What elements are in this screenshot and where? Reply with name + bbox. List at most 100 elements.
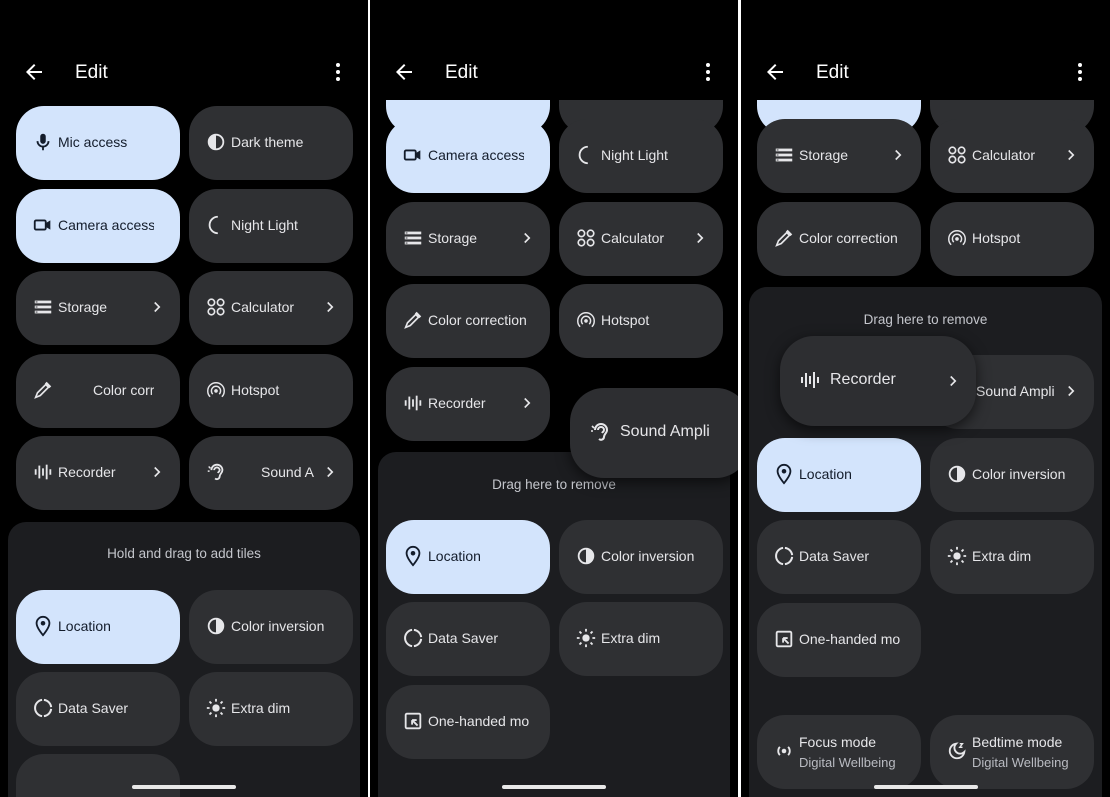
hearing-icon — [588, 420, 612, 444]
gesture-nav-bar[interactable] — [502, 785, 606, 789]
tile-label: Calculator — [972, 147, 1036, 163]
tile-data-saver[interactable]: Data Saver — [386, 602, 550, 676]
tile-label: Color inversion — [231, 618, 325, 634]
tile-camera-access[interactable]: Camera access — [386, 119, 550, 193]
gesture-nav-bar[interactable] — [873, 785, 978, 789]
dragging-tile-sound-amplifier[interactable]: Sound Ampli — [570, 388, 738, 478]
page-title: Edit — [75, 62, 108, 83]
tile-extra-dim[interactable]: Extra dim — [930, 520, 1094, 594]
tile-label: One-handed mo — [428, 713, 530, 729]
more-vert-icon[interactable] — [326, 60, 350, 84]
tile-color-correction[interactable]: Color corr — [16, 354, 180, 428]
tile-data-saver[interactable]: Data Saver — [757, 520, 921, 594]
page-title: Edit — [445, 62, 478, 83]
extra-dim-icon — [205, 697, 227, 719]
tile-one-handed-mode[interactable]: One-handed mo — [757, 603, 921, 677]
tile-dark-theme[interactable]: Dark theme — [189, 106, 353, 180]
tile-hotspot[interactable]: Hotspot — [189, 354, 353, 428]
tile-label: Bedtime mode — [972, 734, 1063, 750]
tile-recorder[interactable]: Recorder — [16, 436, 180, 510]
tile-sound-amplifier[interactable]: Sound A — [189, 436, 353, 510]
dragging-tile-recorder[interactable]: Recorder — [780, 336, 976, 426]
tile-bedtime-mode[interactable]: Bedtime mode Digital Wellbeing — [930, 715, 1094, 789]
remove-tiles-tray: Drag here to remove Location Color inver… — [378, 452, 730, 797]
tile-label: Extra dim — [972, 548, 1032, 564]
camera-icon — [402, 144, 424, 166]
tile-label: Focus mode — [799, 734, 877, 750]
tile-hotspot[interactable]: Hotspot — [930, 202, 1094, 276]
hotspot-icon — [946, 227, 968, 249]
tile-extra-dim[interactable]: Extra dim — [189, 672, 353, 746]
extra-dim-icon — [946, 545, 968, 567]
tile-color-correction[interactable]: Color correction — [386, 284, 550, 358]
chevron-right-icon — [691, 228, 709, 248]
tile-label: One-handed mo — [799, 631, 901, 647]
tile-color-inversion[interactable]: Color inversion — [930, 438, 1094, 512]
more-vert-icon[interactable] — [696, 60, 720, 84]
tile-label: Hotspot — [601, 312, 650, 328]
tile-label: Color inversion — [972, 466, 1066, 482]
back-arrow-icon[interactable] — [22, 60, 46, 84]
calculator-icon — [575, 227, 597, 249]
tile-color-inversion[interactable]: Color inversion — [189, 590, 353, 664]
storage-icon — [773, 144, 795, 166]
tile-sublabel: Digital Wellbeing — [799, 755, 896, 770]
tile-recorder[interactable]: Recorder — [386, 367, 550, 441]
tile-location[interactable]: Location — [757, 438, 921, 512]
eyedropper-icon — [773, 227, 795, 249]
tile-storage[interactable]: Storage — [16, 271, 180, 345]
tile-label: Location — [428, 548, 481, 564]
chevron-right-icon — [518, 228, 536, 248]
tile-extra-dim[interactable]: Extra dim — [559, 602, 723, 676]
tile-label: Location — [799, 466, 852, 482]
color-inversion-icon — [946, 463, 968, 485]
back-arrow-icon[interactable] — [392, 60, 416, 84]
tile-label: Night Light — [601, 147, 668, 163]
hotspot-icon — [575, 309, 597, 331]
tile-hotspot[interactable]: Hotspot — [559, 284, 723, 358]
tile-partial[interactable] — [16, 754, 180, 797]
recorder-icon — [798, 368, 822, 392]
night-light-icon — [205, 214, 227, 236]
data-saver-icon — [773, 545, 795, 567]
tile-focus-mode[interactable]: Focus mode Digital Wellbeing — [757, 715, 921, 789]
hearing-icon — [205, 461, 227, 483]
tile-color-correction[interactable]: Color correction — [757, 202, 921, 276]
storage-icon — [402, 227, 424, 249]
tile-label: Storage — [799, 147, 849, 163]
screen-edit-tiles-2: Edit Camera access Night Light Storage C… — [370, 0, 738, 797]
more-vert-icon[interactable] — [1068, 60, 1092, 84]
chevron-right-icon — [148, 462, 166, 482]
tile-calculator[interactable]: Calculator — [559, 202, 723, 276]
tile-night-light[interactable]: Night Light — [559, 119, 723, 193]
tile-storage[interactable]: Storage — [757, 119, 921, 193]
tile-data-saver[interactable]: Data Saver — [16, 672, 180, 746]
tile-location[interactable]: Location — [386, 520, 550, 594]
tile-label: Calculator — [601, 230, 665, 246]
tile-camera-access[interactable]: Camera access — [16, 189, 180, 263]
back-arrow-icon[interactable] — [763, 60, 787, 84]
tile-mic-access[interactable]: Mic access — [16, 106, 180, 180]
focus-mode-icon — [773, 740, 795, 762]
tile-label: Hotspot — [972, 230, 1021, 246]
tile-label: Color inversion — [601, 548, 695, 564]
color-inversion-icon — [205, 615, 227, 637]
tile-location[interactable]: Location — [16, 590, 180, 664]
tile-storage[interactable]: Storage — [386, 202, 550, 276]
tile-calculator[interactable]: Calculator — [930, 119, 1094, 193]
tile-label: Hotspot — [231, 382, 280, 398]
gesture-nav-bar[interactable] — [132, 785, 236, 789]
eyedropper-icon — [32, 379, 54, 401]
app-bar: Edit — [370, 0, 738, 100]
storage-icon — [32, 296, 54, 318]
tile-one-handed-mode[interactable]: One-handed mo — [386, 685, 550, 759]
calculator-icon — [946, 144, 968, 166]
tile-label: Recorder — [830, 371, 896, 388]
tile-night-light[interactable]: Night Light — [189, 189, 353, 263]
tile-label: Extra dim — [231, 700, 291, 716]
tile-label: Dark theme — [231, 134, 304, 150]
tile-color-inversion[interactable]: Color inversion — [559, 520, 723, 594]
tile-calculator[interactable]: Calculator — [189, 271, 353, 345]
one-handed-icon — [773, 628, 795, 650]
tile-sublabel: Digital Wellbeing — [972, 755, 1069, 770]
